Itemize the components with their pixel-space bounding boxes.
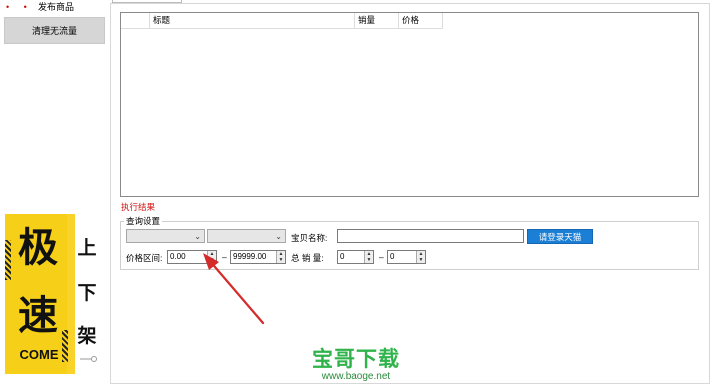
button-label: 请登录天猫 <box>538 231 582 242</box>
category-combo-2[interactable]: ⌄ <box>207 229 286 243</box>
banner-stripe <box>5 240 11 280</box>
banner-char: 速 <box>18 293 58 339</box>
sidebar-item-clean-no-traffic[interactable]: 清理无流量 <box>4 17 105 44</box>
sales-min-stepper[interactable]: 0 ▲ ▼ <box>337 250 374 264</box>
chevron-down-icon: ⌄ <box>194 232 201 241</box>
banner-char: 极 <box>18 225 58 271</box>
sales-max-stepper[interactable]: 0 ▲ ▼ <box>387 250 426 264</box>
category-combo-1[interactable]: ⌄ <box>126 229 205 243</box>
banner-side-char: 下 <box>77 282 97 304</box>
sidebar-dots: • • <box>6 2 33 12</box>
watermark: 宝哥下载 www.baoge.net <box>306 343 406 382</box>
stepper-value: 0.00 <box>170 252 186 261</box>
stepper-value: 0 <box>390 252 395 261</box>
results-list[interactable] <box>120 12 699 197</box>
banner-side-char: 上 <box>77 237 97 259</box>
banner-come-text: COME <box>19 347 59 362</box>
item-name-input[interactable] <box>337 229 524 243</box>
exec-result-label: 执行结果 <box>121 202 156 212</box>
watermark-title: 宝哥下载 <box>312 347 400 371</box>
query-settings-title: 查询设置 <box>124 215 163 227</box>
sidebar-item-label: 清理无流量 <box>31 26 77 36</box>
range-dash: – <box>379 252 384 262</box>
red-arrow-icon <box>203 253 265 325</box>
chevron-down-icon: ⌄ <box>275 232 282 241</box>
spin-arrows-icon[interactable]: ▲▼ <box>416 251 425 263</box>
login-tmall-button[interactable]: 请登录天猫 <box>527 229 593 244</box>
item-name-label: 宝贝名称: <box>291 233 328 243</box>
column-header-sales[interactable]: 销量 <box>355 13 399 28</box>
stepper-value: 0 <box>340 252 345 261</box>
spin-arrows-icon[interactable]: ▲▼ <box>276 251 285 263</box>
price-range-label: 价格区间: <box>126 253 163 263</box>
slider-knob-icon <box>80 356 97 362</box>
tab-active[interactable] <box>112 0 182 3</box>
column-header-price[interactable]: 价格 <box>399 13 443 28</box>
sidebar-item-publish[interactable]: 发布商品 <box>38 0 74 13</box>
column-header-title[interactable]: 标题 <box>150 13 355 28</box>
list-header: 标题 销量 价格 <box>121 13 443 29</box>
banner-side-char: 架 <box>77 325 97 347</box>
total-sales-label: 总 销 量: <box>291 253 324 263</box>
column-header-blank[interactable] <box>121 13 150 28</box>
spin-arrows-icon[interactable]: ▲▼ <box>364 251 373 263</box>
